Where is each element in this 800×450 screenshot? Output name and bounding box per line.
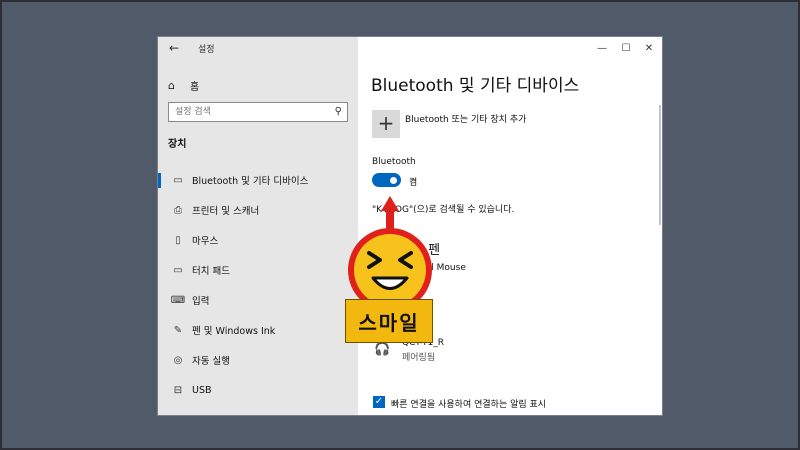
section-title: 장치	[168, 139, 187, 150]
bluetooth-toggle[interactable]	[372, 173, 401, 187]
quick-connect-label[interactable]: 빠른 연결을 사용하여 연결하는 알림 표시	[391, 397, 546, 410]
sidebar-item-bluetooth[interactable]: ▭ Bluetooth 및 기타 디바이스	[158, 165, 358, 195]
sidebar-item-label: 터치 패드	[192, 266, 230, 277]
app-title: 설정	[198, 45, 215, 55]
sidebar-item-label: 마우스	[192, 236, 219, 247]
minimize-icon[interactable]: —	[595, 43, 609, 54]
page-title: Bluetooth 및 기타 디바이스	[371, 76, 580, 96]
plus-icon: +	[377, 111, 395, 135]
usb-icon: ⊟	[173, 384, 183, 396]
sidebar-item-home[interactable]: ⌂ 홈	[168, 77, 199, 93]
mouse-icon: ▯	[175, 234, 181, 246]
search-input[interactable]	[175, 105, 325, 119]
back-arrow-icon[interactable]: ←	[166, 40, 182, 56]
bluetooth-label: Bluetooth	[372, 157, 416, 167]
search-box[interactable]: ⚲	[168, 102, 348, 122]
search-icon[interactable]: ⚲	[335, 106, 342, 117]
add-device-button[interactable]: +	[372, 110, 400, 138]
keyboard-icon: ⌨	[170, 294, 186, 306]
sidebar-item-label: USB	[192, 384, 212, 396]
sidebar-item-autoplay[interactable]: ◎ 자동 실행	[158, 345, 358, 375]
pen-icon: ✎	[173, 324, 183, 336]
home-label: 홈	[190, 81, 200, 93]
sidebar-item-touchpad[interactable]: ▭ 터치 패드	[158, 255, 358, 285]
sidebar-item-label: 자동 실행	[192, 356, 230, 367]
device-headphones-status: 페어링됨	[402, 353, 436, 363]
sidebar-item-label: Bluetooth 및 기타 디바이스	[192, 176, 309, 187]
sidebar-item-label: 프린터 및 스캐너	[192, 206, 260, 217]
close-icon[interactable]: ✕	[642, 43, 656, 54]
sidebar-item-usb[interactable]: ⊟ USB	[158, 375, 358, 405]
add-device-label[interactable]: Bluetooth 또는 기타 장치 추가	[405, 112, 526, 125]
printer-icon: ⎙	[174, 204, 182, 216]
home-icon: ⌂	[168, 78, 175, 92]
arrow-shaft	[386, 209, 394, 231]
sidebar-item-typing[interactable]: ⌨ 입력	[158, 285, 358, 315]
bluetooth-device-icon: ▭	[173, 174, 183, 186]
toggle-knob	[390, 176, 397, 184]
smiley-face	[354, 234, 426, 306]
sidebar-item-printers[interactable]: ⎙ 프린터 및 스캐너	[158, 195, 358, 225]
maximize-icon[interactable]: ☐	[619, 43, 633, 54]
toggle-state-label: 켬	[409, 178, 418, 188]
touchpad-icon: ▭	[173, 264, 183, 276]
sidebar-item-pen[interactable]: ✎ 펜 및 Windows Ink	[158, 315, 358, 345]
sidebar-item-mouse[interactable]: ▯ 마우스	[158, 225, 358, 255]
autoplay-icon: ◎	[173, 354, 183, 366]
headphones-icon: 🎧	[374, 342, 391, 357]
quick-connect-checkbox[interactable]: ✓	[373, 396, 385, 408]
arrow-head	[381, 196, 399, 211]
sidebar-item-label: 입력	[192, 296, 210, 307]
sidebar-item-label: 펜 및 Windows Ink	[192, 326, 276, 337]
scrollbar[interactable]	[659, 105, 661, 225]
device-nav: ▭ Bluetooth 및 기타 디바이스 ⎙ 프린터 및 스캐너 ▯ 마우스 …	[158, 165, 358, 405]
sidebar: ← 설정 ⌂ 홈 ⚲ 장치 ▭ Bluetooth 및 기타 디바이스 ⎙ 프린…	[158, 37, 358, 415]
sticker-label: 스마일	[345, 299, 433, 343]
